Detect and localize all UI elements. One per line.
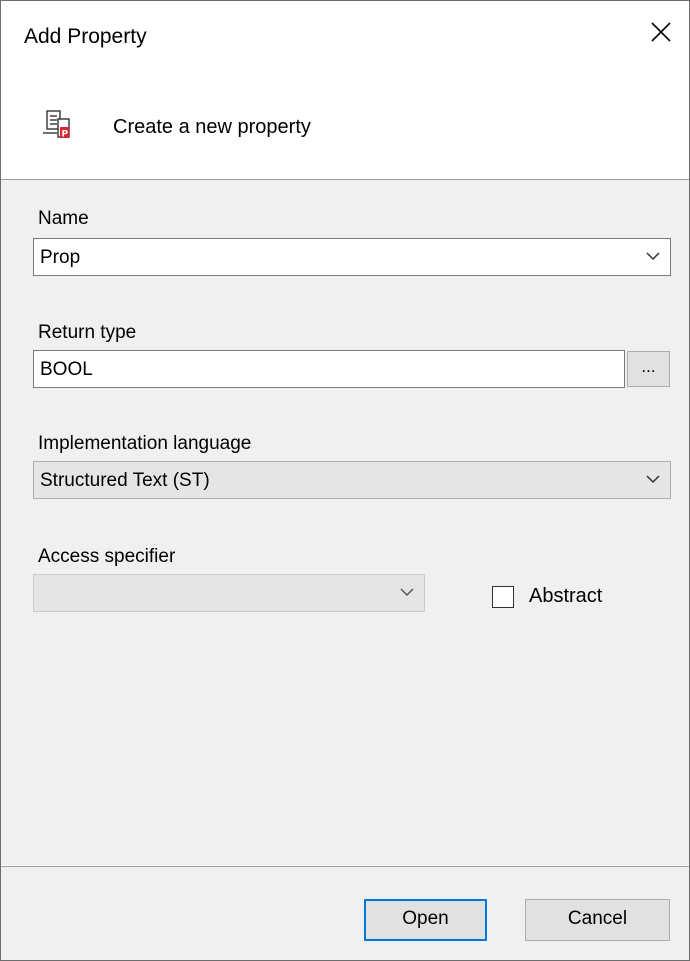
cancel-button[interactable]: Cancel bbox=[525, 899, 670, 941]
abstract-label[interactable]: Abstract bbox=[529, 585, 602, 608]
name-value: Prop bbox=[40, 247, 81, 268]
access-specifier-dropdown[interactable] bbox=[33, 574, 425, 612]
chevron-down-icon bbox=[646, 475, 660, 484]
implementation-language-value: Structured Text (ST) bbox=[40, 470, 210, 491]
chevron-down-icon bbox=[400, 588, 414, 597]
add-property-dialog: Add Property P Create a new property Nam… bbox=[0, 0, 690, 961]
name-combobox[interactable]: Prop bbox=[33, 238, 671, 276]
return-type-label: Return type bbox=[38, 322, 137, 343]
open-button[interactable]: Open bbox=[364, 899, 487, 941]
abstract-checkbox[interactable] bbox=[492, 586, 514, 608]
return-type-input[interactable]: BOOL bbox=[33, 350, 625, 388]
return-type-value: BOOL bbox=[40, 359, 93, 380]
dialog-title: Add Property bbox=[24, 25, 147, 48]
chevron-down-icon bbox=[646, 252, 660, 261]
access-specifier-label: Access specifier bbox=[38, 546, 176, 567]
title-bar: Add Property bbox=[1, 1, 689, 79]
implementation-language-label: Implementation language bbox=[38, 433, 252, 454]
header-text: Create a new property bbox=[113, 116, 311, 138]
browse-type-button[interactable]: ... bbox=[627, 351, 670, 387]
property-icon: P bbox=[43, 110, 70, 140]
implementation-language-dropdown[interactable]: Structured Text (ST) bbox=[33, 461, 671, 499]
close-button[interactable] bbox=[633, 9, 689, 65]
dialog-footer: Open Cancel bbox=[1, 866, 689, 960]
form-panel: Name Prop Return type BOOL ... Implement… bbox=[1, 180, 689, 865]
close-icon bbox=[651, 22, 671, 42]
svg-text:P: P bbox=[62, 130, 69, 140]
dialog-header: P Create a new property bbox=[1, 79, 689, 180]
name-label: Name bbox=[38, 208, 89, 229]
